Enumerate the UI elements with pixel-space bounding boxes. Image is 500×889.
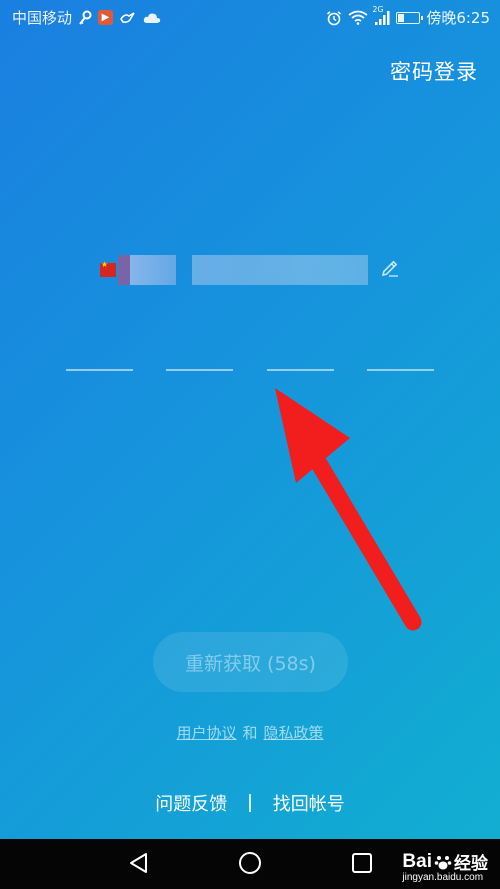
- verification-code-input[interactable]: [66, 369, 434, 373]
- status-time: 傍晚6:25: [426, 9, 490, 27]
- circle-home-icon[interactable]: [238, 851, 262, 879]
- carrier-label: 中国移动: [12, 9, 73, 27]
- square-recent-icon[interactable]: [350, 851, 374, 879]
- recover-account-link[interactable]: 找回帐号: [273, 790, 345, 816]
- video-app-icon: ▶: [98, 10, 114, 25]
- key-icon: [78, 10, 92, 26]
- signal-icon: 2G: [372, 5, 390, 26]
- password-login-link[interactable]: 密码登录: [390, 56, 478, 86]
- battery-icon: [396, 11, 424, 24]
- status-left: 中国移动 ▶: [12, 7, 161, 28]
- red-arrow-annotation: [275, 388, 422, 631]
- status-right: 2G 傍晚6:25: [326, 5, 490, 28]
- pencil-icon[interactable]: [380, 258, 400, 282]
- agreement-row: 用户协议和隐私政策: [0, 722, 500, 743]
- footer-links: 问题反馈 找回帐号: [0, 790, 500, 816]
- phone-number-row: [100, 255, 400, 285]
- agreement-and: 和: [242, 724, 258, 742]
- watermark-bai: Bai: [402, 850, 432, 872]
- paw-icon: [434, 853, 452, 871]
- watermark-brand: Bai 经验: [402, 849, 488, 874]
- blurred-prefix: [130, 255, 176, 285]
- code-slot-4[interactable]: [367, 369, 434, 371]
- watermark-site: jingyan.baidu.com: [402, 872, 484, 883]
- baidu-jingyan-watermark: Bai 经验 jingyan.baidu.com: [402, 849, 488, 884]
- user-agreement-link[interactable]: 用户协议: [176, 724, 236, 742]
- cloud-icon: [143, 12, 161, 24]
- feedback-link[interactable]: 问题反馈: [155, 790, 227, 816]
- code-slot-2[interactable]: [166, 369, 234, 371]
- navigation-bar: Bai 经验 jingyan.baidu.com: [0, 839, 500, 889]
- blurred-phone-number: [192, 255, 368, 285]
- blurred-country-code: [118, 255, 130, 285]
- privacy-policy-link[interactable]: 隐私政策: [264, 724, 324, 742]
- wifi-icon: [348, 10, 368, 25]
- code-slot-1[interactable]: [66, 369, 133, 371]
- login-screen: 中国移动 ▶ 2G 傍晚6:25 密码登录 ★ 重新获取 (58s) 用户协议 …: [0, 0, 500, 889]
- watermark-jingyan: 经验: [454, 854, 488, 873]
- triangle-back-icon[interactable]: [127, 851, 151, 879]
- resend-code-button[interactable]: 重新获取 (58s): [153, 632, 348, 692]
- china-flag-icon: [100, 260, 116, 277]
- footer-divider: [249, 794, 251, 812]
- battery-fill: [398, 13, 405, 22]
- code-slot-3[interactable]: [266, 369, 334, 371]
- network-type-label: 2G: [372, 4, 384, 14]
- status-bar: 中国移动 ▶ 2G 傍晚6:25: [0, 0, 500, 34]
- bird-icon: [119, 11, 137, 25]
- alarm-icon: [326, 10, 342, 26]
